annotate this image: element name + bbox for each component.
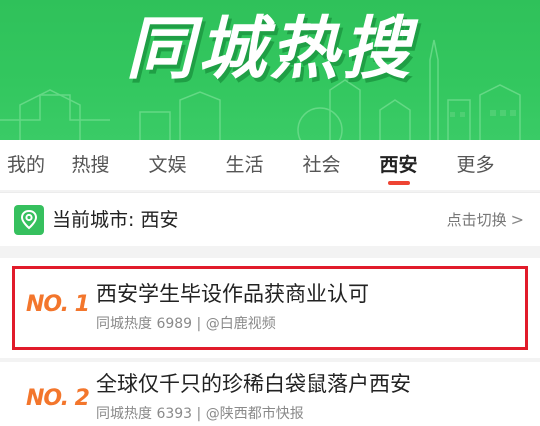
rank-label: NO. 1: [26, 292, 90, 317]
hot-list-item[interactable]: NO. 1 西安学生毕设作品获商业认可 同城热度 6989 | @白鹿视频: [0, 258, 540, 358]
tab-xian[interactable]: 西安: [360, 143, 437, 187]
tab-life[interactable]: 生活: [206, 143, 283, 187]
current-city-row: 当前城市: 西安 点击切换 >: [0, 192, 540, 246]
tab-entertainment[interactable]: 文娱: [129, 143, 206, 187]
chevron-right-icon: >: [510, 210, 524, 229]
tab-more[interactable]: 更多: [437, 143, 514, 187]
item-title: 西安学生毕设作品获商业认可: [96, 282, 369, 306]
switch-city-button[interactable]: 点击切换 >: [447, 209, 524, 231]
switch-city-label: 点击切换: [446, 211, 507, 229]
location-pin-icon: [14, 205, 44, 235]
category-tabs: 我的 热搜 文娱 生活 社会 西安 更多: [0, 140, 540, 190]
item-title: 全球仅千只的珍稀白袋鼠落户西安: [96, 372, 411, 396]
item-meta: 同城热度 6989 | @白鹿视频: [96, 316, 276, 332]
tab-hot-search[interactable]: 热搜: [52, 143, 129, 187]
item-meta: 同城热度 6393 | @陕西都市快报: [96, 406, 304, 422]
rank-label: NO. 2: [26, 386, 90, 411]
banner: 同城热搜: [0, 0, 540, 140]
highlight-box: [12, 266, 528, 350]
tab-society[interactable]: 社会: [283, 143, 360, 187]
hot-list-item[interactable]: NO. 2 全球仅千只的珍稀白袋鼠落户西安 同城热度 6393 | @陕西都市快…: [0, 362, 540, 426]
tab-mine[interactable]: 我的: [0, 143, 52, 187]
current-city-label: 当前城市: 西安: [52, 209, 179, 231]
banner-title: 同城热搜: [125, 10, 414, 89]
